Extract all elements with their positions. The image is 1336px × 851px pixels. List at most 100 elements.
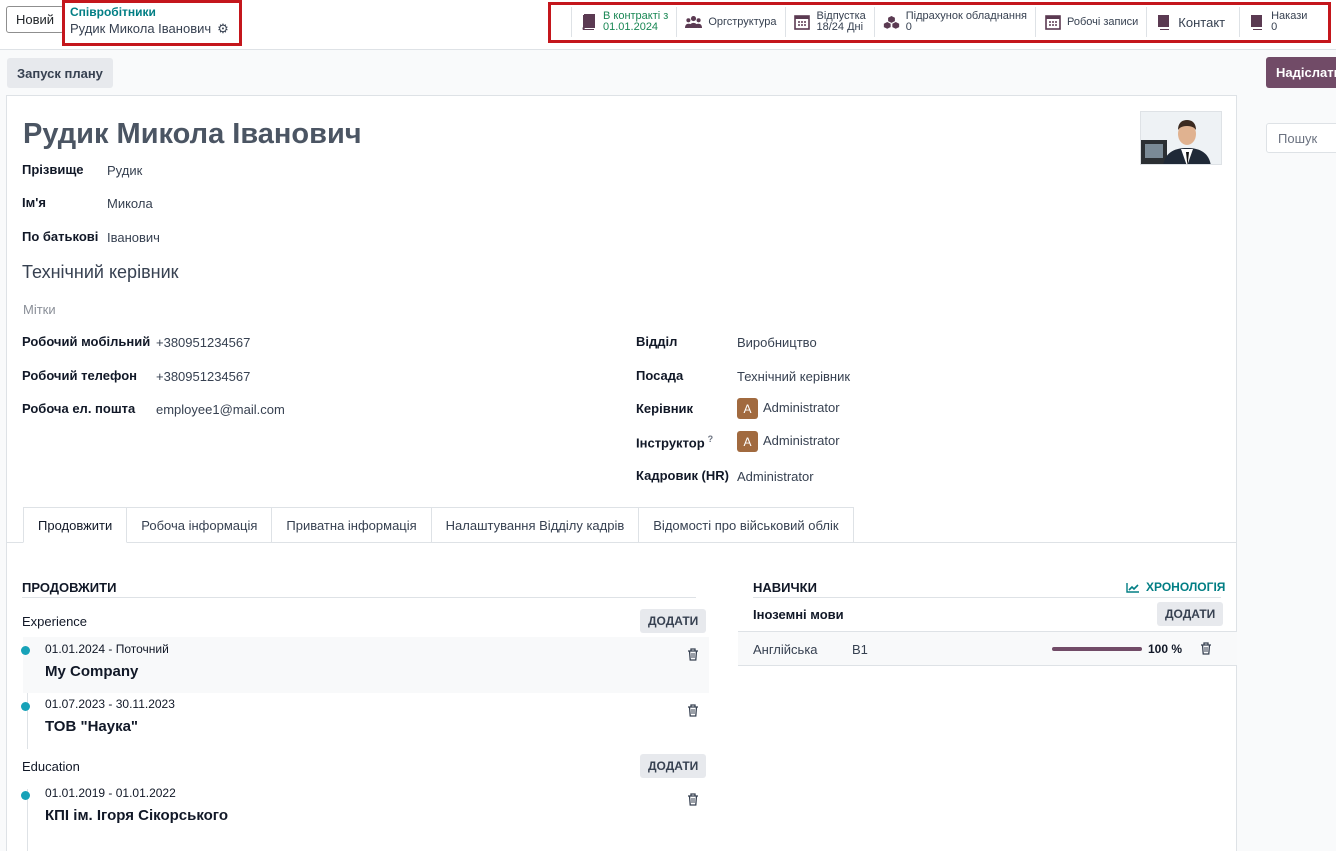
employee-photo[interactable] — [1140, 111, 1222, 165]
send-message-button[interactable]: Надіслати — [1266, 57, 1336, 88]
experience-title: Experience — [22, 614, 88, 629]
smart-button-contact[interactable]: Контакт — [1146, 7, 1239, 37]
last-name-field[interactable]: Рудик — [107, 163, 142, 178]
launch-plan-button[interactable]: Запуск плану — [7, 58, 113, 88]
resume-line-dates: 01.01.2019 - 01.01.2022 — [45, 786, 176, 800]
skill-level: B1 — [852, 642, 868, 657]
smart-button-equipment[interactable]: Підрахунок обладнання 0 — [873, 7, 1035, 37]
tab-private-info[interactable]: Приватна інформація — [272, 507, 432, 543]
tab-resume[interactable]: Продовжити — [23, 507, 128, 543]
first-name-field[interactable]: Микола — [107, 196, 153, 211]
manager-name: Administrator — [763, 399, 840, 415]
section-divider — [753, 597, 1221, 598]
add-experience-button[interactable]: ДОДАТИ — [640, 609, 707, 633]
resume-line-dates: 01.07.2023 - 30.11.2023 — [45, 697, 175, 711]
work-mobile-label: Робочий мобільний — [22, 334, 151, 349]
department-field[interactable]: Виробництво — [737, 335, 817, 350]
equipment-label: Підрахунок обладнання — [905, 10, 1027, 22]
hr-field[interactable]: Administrator — [737, 469, 814, 484]
contact-label: Контакт — [1178, 14, 1226, 30]
resume-line-name: КПІ ім. Ігоря Сікорського — [45, 807, 229, 824]
trash-icon[interactable] — [1200, 642, 1212, 658]
skill-row[interactable]: Англійська B1 100 % — [738, 631, 1237, 666]
chronology-button[interactable]: ХРОНОЛОГІЯ — [1126, 580, 1225, 594]
chronology-label: ХРОНОЛОГІЯ — [1146, 580, 1226, 594]
book-icon — [580, 14, 597, 31]
middle-name-field[interactable]: Іванович — [107, 230, 160, 245]
skills-section-title: НАВИЧКИ — [753, 580, 817, 595]
work-email-field[interactable]: employee1@mail.com — [156, 402, 285, 417]
new-button[interactable]: Новий — [6, 6, 64, 33]
smart-button-timeoff[interactable]: Відпустка 18/24 Дні — [784, 7, 874, 37]
resume-line-name: My Company — [45, 663, 139, 680]
smart-buttons-box: В контракті з 01.01.2024 Оргструктура Від… — [548, 2, 1331, 43]
form-sheet: Рудик Микола Іванович Прізвище Рудик Ім'… — [6, 95, 1237, 851]
skill-name: Англійська — [753, 642, 818, 657]
hr-label: Кадровик (HR) — [636, 468, 729, 483]
gear-icon[interactable]: ⚙ — [217, 20, 229, 38]
breadcrumb-current-label: Рудик Микола Іванович — [70, 21, 212, 36]
timeline-dot — [21, 791, 30, 800]
resume-line-dates: 01.01.2024 - Поточний — [45, 642, 169, 656]
tab-work-info[interactable]: Робоча інформація — [127, 507, 273, 543]
skill-group-title: Іноземні мови — [753, 607, 844, 622]
smart-button-orgchart[interactable]: Оргструктура — [676, 7, 784, 37]
chatter-search-input[interactable]: Пошук — [1266, 123, 1336, 153]
manager-field[interactable]: A Administrator — [737, 398, 840, 419]
coach-field[interactable]: A Administrator — [737, 431, 840, 452]
tags-field[interactable]: Мітки — [23, 302, 56, 317]
equipment-count: 0 — [905, 21, 912, 33]
coach-label-text: Інструктор — [636, 435, 705, 451]
work-email-label: Робоча ел. пошта — [22, 401, 136, 416]
employee-name[interactable]: Рудик Микола Іванович — [23, 118, 362, 151]
add-education-button[interactable]: ДОДАТИ — [640, 754, 707, 778]
tab-hr-settings[interactable]: Налаштування Відділу кадрів — [431, 507, 640, 543]
orgchart-label: Оргструктура — [708, 16, 777, 28]
breadcrumb: Співробітники Рудик Микола Іванович ⚙ — [62, 0, 242, 46]
resume-line[interactable]: 01.01.2024 - Поточний My Company — [21, 637, 709, 693]
position-label: Посада — [636, 368, 684, 383]
trash-icon[interactable] — [687, 704, 701, 718]
work-mobile-field[interactable]: +380951234567 — [156, 335, 250, 350]
resume-line-name: ТОВ "Наука" — [45, 718, 139, 735]
add-skill-button[interactable]: ДОДАТИ — [1157, 602, 1224, 626]
book-icon — [1155, 14, 1172, 31]
avatar: A — [737, 431, 758, 452]
first-name-label: Ім'я — [22, 195, 46, 210]
resume-line[interactable]: 01.07.2023 - 30.11.2023 ТОВ "Наука" — [21, 693, 709, 749]
position-field[interactable]: Технічний керівник — [737, 369, 850, 384]
skill-progress-bar — [1052, 647, 1142, 651]
notebook-tabs: Продовжити Робоча інформація Приватна ін… — [23, 507, 854, 543]
smart-button-worklogs[interactable]: Робочі записи — [1035, 7, 1146, 37]
smart-button-orders[interactable]: Накази 0 — [1239, 7, 1315, 37]
smart-button-contract[interactable]: В контракті з 01.01.2024 — [571, 7, 676, 37]
last-name-label: Прізвище — [22, 162, 84, 177]
tab-military[interactable]: Відомості про військовий облік — [639, 507, 854, 543]
calendar-icon — [1044, 14, 1061, 31]
resume-line[interactable]: 01.01.2019 - 01.01.2022 КПІ ім. Ігоря Сі… — [21, 782, 709, 838]
cubes-icon — [883, 14, 900, 31]
chart-line-icon — [1126, 582, 1139, 593]
resume-section-title: ПРОДОВЖИТИ — [22, 580, 117, 595]
timeoff-value: 18/24 Дні — [816, 21, 864, 33]
book-icon — [1248, 14, 1265, 31]
breadcrumb-parent-link[interactable]: Співробітники — [70, 5, 234, 20]
contract-date: 01.01.2024 — [603, 21, 659, 33]
work-phone-field[interactable]: +380951234567 — [156, 369, 250, 384]
department-label: Відділ — [636, 334, 678, 349]
breadcrumb-current: Рудик Микола Іванович ⚙ — [70, 20, 234, 38]
users-icon — [685, 14, 703, 31]
trash-icon[interactable] — [687, 793, 701, 807]
coach-label: Інструктор? — [636, 434, 713, 450]
section-divider — [22, 597, 696, 598]
avatar: A — [737, 398, 758, 419]
job-title-field[interactable]: Технічний керівник — [22, 262, 179, 283]
trash-icon[interactable] — [687, 648, 701, 662]
help-icon[interactable]: ? — [708, 434, 714, 444]
work-phone-label: Робочий телефон — [22, 368, 137, 383]
calendar-icon — [794, 14, 811, 31]
manager-label: Керівник — [636, 401, 694, 416]
control-panel: Новий Співробітники Рудик Микола Іванови… — [0, 0, 1336, 50]
skill-progress-value: 100 % — [1148, 642, 1183, 656]
timeline-dot — [21, 646, 30, 655]
